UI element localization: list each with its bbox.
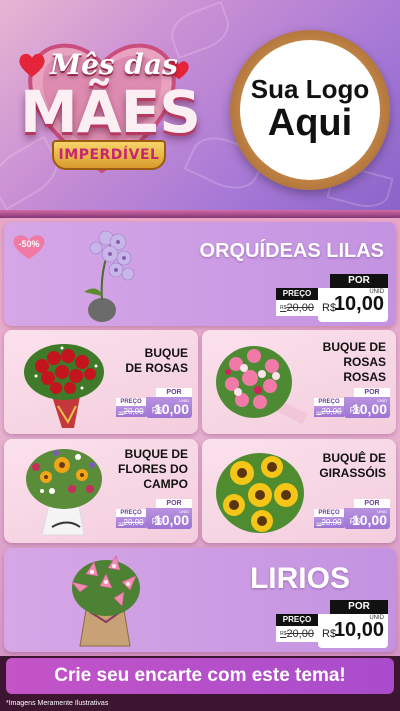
old-price: R$20,00 [314, 517, 344, 528]
price-preco-label: PREÇO [116, 398, 146, 406]
title-badge: IMPERDÍVEL [52, 140, 166, 170]
price-preco-label: PREÇO [314, 398, 344, 406]
logo-text-line-1: Sua Logo [250, 74, 370, 105]
new-price: 10,00 [153, 512, 189, 528]
product-name: BUQUÊ DE GIRASSÓIS [319, 451, 386, 480]
price-por-label: POR [330, 274, 388, 288]
product-name: BUQUE DE ROSAS ROSAS [322, 340, 386, 384]
cta-text: Crie seu encarte com este tema! [54, 665, 346, 686]
logo-placeholder[interactable]: Sua Logo Aqui [230, 30, 390, 190]
price-por-label: POR [156, 388, 192, 397]
lilies-bouquet-image [71, 555, 140, 647]
old-price: R$20,00 [276, 626, 318, 642]
disclaimer-text: *Imagens Meramente Ilustrativas [6, 700, 109, 707]
sunflowers-bouquet-image [216, 453, 304, 533]
price-tag: POR PREÇO R$20,00 R$ UNID 10,00 [314, 499, 390, 529]
product-card-lilies[interactable]: LIRIOS POR PREÇO R$20,00 R$ UNID 10,00 [4, 548, 396, 652]
red-roses-bouquet-image [24, 344, 104, 428]
title-line-2: MÃES [20, 78, 201, 146]
new-price: 10,00 [333, 293, 384, 315]
price-preco-label: PREÇO [276, 288, 318, 300]
product-name: ORQUÍDEAS LILAS [199, 240, 384, 262]
new-price: 10,00 [153, 401, 189, 417]
old-price: R$20,00 [314, 406, 344, 417]
price-por-label: POR [354, 499, 390, 508]
price-tag: POR PREÇO R$20,00 R$ UNID 10,00 [116, 388, 192, 418]
mothers-day-title: Mês das MÃES IMPERDÍVEL [0, 40, 210, 190]
title-badge-text: IMPERDÍVEL [58, 147, 160, 163]
product-card-sunflowers[interactable]: BUQUÊ DE GIRASSÓIS POR PREÇO R$20,00 R$ … [202, 439, 396, 543]
product-card-pink-roses[interactable]: BUQUE DE ROSAS ROSAS POR PREÇO R$20,00 R… [202, 330, 396, 434]
new-price: 10,00 [333, 619, 384, 641]
price-por-label: POR [156, 499, 192, 508]
new-price: 10,00 [351, 512, 387, 528]
price-tag: POR PREÇO R$20,00 R$ UNID 10,00 [276, 274, 388, 322]
price-por-label: POR [330, 600, 388, 614]
product-card-wildflowers[interactable]: BUQUE DE FLORES DO CAMPO POR PREÇO R$20,… [4, 439, 198, 543]
orchid-image [84, 230, 135, 322]
new-price: 10,00 [351, 401, 387, 417]
price-preco-label: PREÇO [116, 509, 146, 517]
product-card-orchids[interactable]: -50% ORQUÍDEAS LILAS POR PREÇO R$20,00 R… [4, 222, 396, 326]
old-price: R$20,00 [276, 300, 318, 316]
title-line-1: Mês das [50, 48, 178, 81]
products-area: -50% ORQUÍDEAS LILAS POR PREÇO R$20,00 R… [0, 218, 400, 656]
price-tag: POR PREÇO R$20,00 R$ UNID 10,00 [276, 600, 388, 648]
price-por-label: POR [354, 388, 390, 397]
header-banner: Mês das MÃES IMPERDÍVEL Sua Logo Aqui [0, 0, 400, 214]
old-price: R$20,00 [116, 406, 146, 417]
product-name: LIRIOS [249, 562, 350, 595]
price-preco-label: PREÇO [314, 509, 344, 517]
wildflowers-bouquet-image [26, 449, 102, 536]
product-name: BUQUE DE ROSAS [125, 346, 188, 375]
price-preco-label: PREÇO [276, 614, 318, 626]
pink-roses-bouquet-image [216, 346, 308, 424]
discount-badge: -50% [18, 239, 40, 249]
footer: Crie seu encarte com este tema! *Imagens… [0, 656, 400, 711]
old-price: R$20,00 [116, 517, 146, 528]
product-name: BUQUE DE FLORES DO CAMPO [117, 447, 188, 491]
logo-circle: Sua Logo Aqui [240, 40, 380, 180]
logo-text-line-2: Aqui [267, 101, 353, 144]
price-tag: POR PREÇO R$20,00 R$ UNID 10,00 [314, 388, 390, 418]
price-tag: POR PREÇO R$20,00 R$ UNID 10,00 [116, 499, 192, 529]
cta-banner[interactable]: Crie seu encarte com este tema! [6, 658, 394, 694]
product-card-roses[interactable]: BUQUE DE ROSAS POR PREÇO R$20,00 R$ UNID… [4, 330, 198, 434]
flyer-page: Mês das MÃES IMPERDÍVEL Sua Logo Aqui -5… [0, 0, 400, 711]
